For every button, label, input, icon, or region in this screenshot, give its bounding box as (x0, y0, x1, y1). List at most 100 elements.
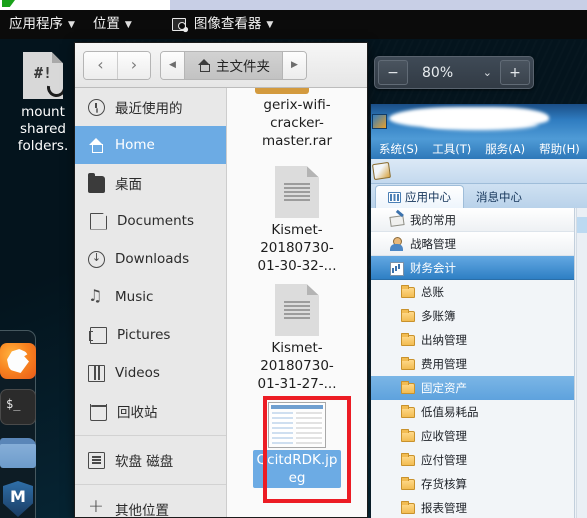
file-name: Kismet-20180730-01-30-32-... (257, 222, 337, 274)
forward-button[interactable]: › (117, 51, 150, 79)
back-button[interactable]: ‹ (84, 51, 117, 79)
menu-places-label: 位置 (92, 15, 120, 32)
sidebar-item-downloads[interactable]: Downloads (75, 240, 226, 278)
erp-menu-tools[interactable]: 工具(T) (432, 141, 471, 157)
erp-content-pane (576, 208, 587, 518)
folder-icon (401, 476, 415, 490)
tree-item-receivables-management[interactable]: 应收管理 (371, 424, 574, 448)
menu-applications[interactable]: 应用程序 ▼ (0, 10, 84, 39)
files-icon[interactable] (0, 435, 36, 471)
tree-item-cashier-management[interactable]: 出纳管理 (371, 328, 574, 352)
erp-tab-bar: 应用中心 消息中心 (371, 184, 587, 208)
erp-navigation-tree[interactable]: 我的常用 战略管理 财务会计 总账 多账簿 出纳管理 费用管理 固定资产 低值易… (371, 208, 575, 518)
sidebar-item-label: Downloads (115, 251, 190, 267)
erp-menu-bar: 系统(S) 工具(T) 服务(A) 帮助(H) (371, 139, 587, 159)
screen-top-strip (0, 0, 587, 10)
erp-menu-help[interactable]: 帮助(H) (539, 141, 580, 157)
terminal-icon[interactable] (0, 389, 36, 425)
download-icon (88, 250, 105, 268)
tree-item-label: 应付管理 (421, 453, 467, 467)
folder-icon-partial (255, 88, 309, 94)
file-chooser-header: ‹ › ◀ 主文件夹 ▶ (75, 43, 367, 88)
sidebar-item-videos[interactable]: Videos (75, 354, 226, 392)
breadcrumb-prev-button[interactable]: ◀ (161, 51, 184, 79)
file-name: Kismet-20180730-01-31-27-... (257, 340, 337, 392)
sidebar-item-desktop[interactable]: 桌面 (75, 164, 226, 202)
zoom-in-button[interactable]: + (500, 60, 530, 85)
tree-item-my-favorites[interactable]: 我的常用 (371, 208, 574, 232)
menu-applications-label: 应用程序 (9, 15, 63, 32)
text-lines (284, 301, 310, 320)
tree-item-label: 总账 (421, 285, 444, 299)
breadcrumb-next-button[interactable]: ▶ (283, 51, 306, 79)
tree-item-report-management[interactable]: 报表管理 (371, 496, 574, 518)
redacted-title-overlay-2 (423, 118, 538, 130)
sidebar-divider (75, 435, 226, 436)
page-fold (306, 284, 319, 296)
sidebar-item-home[interactable]: Home (75, 126, 226, 164)
file-name: gerix-wifi-cracker-master.rar (261, 97, 333, 149)
menu-image-viewer[interactable]: 图像查看器 ▼ (163, 10, 282, 39)
image-viewer-icon (171, 17, 187, 32)
document-icon (275, 284, 319, 336)
desktop-icon-mount-shared-folders[interactable]: #! mount shared folders. (6, 52, 80, 155)
trash-icon (90, 404, 107, 421)
music-icon (88, 286, 105, 306)
sidebar-item-label: 最近使用的 (115, 101, 183, 117)
tree-item-expense-management[interactable]: 费用管理 (371, 352, 574, 376)
plus-icon (88, 495, 105, 518)
list-item[interactable]: Kismet-20180730-01-31-27-... (253, 284, 341, 393)
video-icon (88, 365, 105, 382)
sidebar-item-documents[interactable]: Documents (75, 202, 226, 240)
sidebar-item-music[interactable]: Music (75, 278, 226, 316)
document-icon (275, 166, 319, 218)
tree-item-financial-accounting[interactable]: 财务会计 (371, 256, 574, 280)
selection-highlight-box (263, 396, 351, 503)
sidebar-item-label: Videos (115, 365, 160, 381)
tab-label: 消息中心 (476, 189, 522, 204)
zoom-level-selector[interactable]: 80% ⌄ (408, 65, 500, 81)
zoom-out-button[interactable]: − (378, 60, 408, 85)
folder-icon (401, 404, 415, 418)
list-item[interactable]: Kismet-20180730-01-30-32-... (253, 166, 341, 275)
erp-menu-services[interactable]: 服务(A) (485, 141, 525, 157)
erp-toolbar (371, 159, 587, 184)
tree-item-strategy-management[interactable]: 战略管理 (371, 232, 574, 256)
shell-script-icon: #! (23, 52, 63, 99)
sidebar-item-trash[interactable]: 回收站 (75, 392, 226, 430)
sidebar-item-pictures[interactable]: Pictures (75, 316, 226, 354)
tree-item-payables-management[interactable]: 应付管理 (371, 448, 574, 472)
picture-icon (89, 327, 107, 344)
breadcrumb: ◀ 主文件夹 ▶ (160, 50, 307, 80)
folder-icon (401, 452, 415, 466)
breadcrumb-current-folder[interactable]: 主文件夹 (184, 51, 283, 79)
tree-item-fixed-assets[interactable]: 固定资产 (371, 376, 574, 400)
tab-app-center[interactable]: 应用中心 (375, 185, 464, 208)
erp-toolbar-edit-icon[interactable] (371, 161, 392, 181)
folder-icon (401, 284, 415, 298)
tree-item-label: 费用管理 (421, 357, 467, 371)
sidebar-item-other-locations[interactable]: 其他位置 (75, 490, 226, 518)
sidebar-item-floppy-disk[interactable]: 软盘 磁盘 (75, 441, 226, 479)
tree-item-low-value-consumables[interactable]: 低值易耗品 (371, 400, 574, 424)
tab-message-center[interactable]: 消息中心 (464, 185, 534, 208)
page-fold (51, 52, 63, 64)
menu-places[interactable]: 位置 ▼ (84, 10, 141, 39)
tree-item-label: 战略管理 (410, 236, 456, 251)
sidebar-item-label: 其他位置 (115, 503, 169, 517)
chart-icon (389, 261, 404, 276)
tree-item-label: 固定资产 (421, 381, 467, 395)
zoom-level-value: 80% (422, 64, 454, 81)
tree-item-multi-ledger[interactable]: 多账簿 (371, 304, 574, 328)
sidebar-item-label: 回收站 (117, 405, 158, 421)
breadcrumb-current-label: 主文件夹 (216, 59, 270, 75)
list-item[interactable]: gerix-wifi-cracker-master.rar (253, 96, 341, 150)
tree-item-label: 报表管理 (421, 501, 467, 515)
erp-menu-system[interactable]: 系统(S) (379, 141, 418, 157)
firefox-icon[interactable] (0, 343, 36, 379)
tree-item-inventory-accounting[interactable]: 存货核算 (371, 472, 574, 496)
sidebar-item-label: Pictures (117, 327, 171, 343)
tree-item-general-ledger[interactable]: 总账 (371, 280, 574, 304)
sidebar-item-recent[interactable]: 最近使用的 (75, 88, 226, 126)
metasploit-icon[interactable]: M (0, 481, 36, 517)
